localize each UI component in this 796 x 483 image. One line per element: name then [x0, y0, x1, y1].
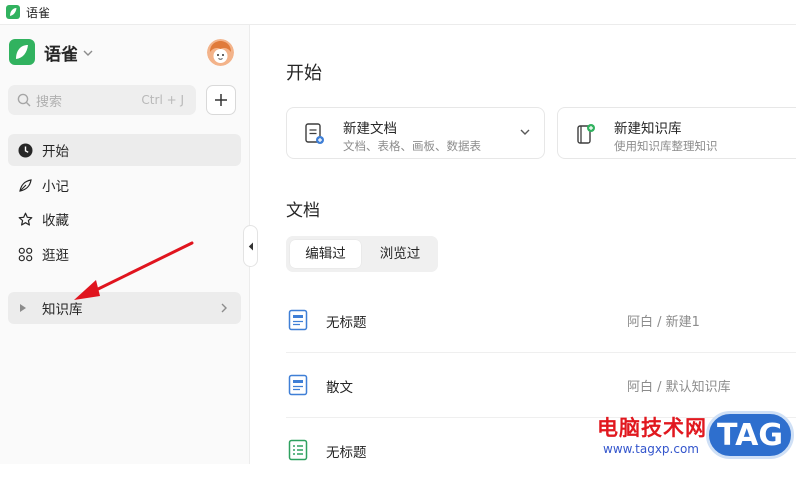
card-title: 新建知识库 [614, 121, 682, 137]
brand-name: 语雀 [44, 44, 78, 65]
sidebar: 语雀 搜索 Ctrl + J 开始 小记 收藏 逛逛 知识库 [0, 25, 250, 464]
doc-icon [288, 374, 308, 396]
document-title: 散文 [326, 380, 353, 396]
card-subtitle: 使用知识库整理知识 [614, 139, 718, 153]
brand-switcher[interactable]: 语雀 [9, 39, 93, 65]
sidebar-item-explore[interactable]: 逛逛 [8, 238, 241, 270]
watermark-text: 电脑技术网 [597, 416, 707, 440]
document-path: 阿白 / 新建1 [627, 315, 700, 330]
document-row[interactable]: 无标题 阿白 / 新建1 [286, 289, 796, 353]
yuque-logo-icon [6, 5, 20, 19]
caret-right-icon [20, 304, 26, 312]
window-titlebar: 语雀 [0, 0, 796, 25]
watermark-url: www.tagxp.com [603, 442, 699, 456]
chevron-down-icon [83, 50, 93, 56]
sidebar-item-start[interactable]: 开始 [8, 134, 241, 166]
tab-edited[interactable]: 编辑过 [290, 240, 361, 268]
sidebar-item-label: 逛逛 [42, 248, 69, 264]
sidebar-item-label: 开始 [42, 144, 69, 160]
new-document-card[interactable]: 新建文档 文档、表格、画板、数据表 [286, 107, 545, 159]
sidebar-item-label: 小记 [42, 179, 69, 195]
grid-icon [17, 246, 33, 262]
sidebar-item-knowledge-base[interactable]: 知识库 [8, 292, 241, 324]
feather-icon [17, 177, 33, 193]
chevron-right-icon [221, 303, 227, 313]
search-placeholder: 搜索 [36, 94, 63, 110]
search-input[interactable]: 搜索 Ctrl + J [8, 85, 196, 115]
sheet-icon [288, 439, 308, 461]
avatar[interactable] [207, 39, 234, 66]
new-repo-icon [577, 124, 595, 144]
sidebar-item-label: 收藏 [42, 213, 69, 229]
card-title: 新建文档 [343, 121, 397, 137]
sidebar-item-label: 知识库 [42, 302, 83, 318]
plus-icon [215, 94, 227, 106]
window-title: 语雀 [26, 5, 51, 20]
sidebar-item-favorites[interactable]: 收藏 [8, 203, 241, 235]
doc-icon [288, 309, 308, 331]
main-content: 开始 新建文档 文档、表格、画板、数据表 新建知识库 使用知识库整理知识 文档 … [250, 25, 796, 464]
search-shortcut-hint: Ctrl + J [141, 93, 184, 107]
search-icon [17, 93, 31, 107]
sidebar-item-notes[interactable]: 小记 [8, 169, 241, 201]
document-title: 无标题 [326, 315, 367, 331]
document-row[interactable]: 散文 阿白 / 默认知识库 [286, 354, 796, 418]
documents-heading: 文档 [286, 201, 320, 221]
star-icon [17, 211, 33, 227]
watermark-badge: TAG [706, 411, 794, 459]
card-subtitle: 文档、表格、画板、数据表 [343, 139, 481, 153]
chevron-down-icon[interactable] [520, 129, 530, 136]
yuque-logo-icon [9, 39, 35, 65]
tab-viewed[interactable]: 浏览过 [366, 240, 434, 268]
page-title: 开始 [286, 63, 322, 84]
new-doc-icon [305, 123, 324, 144]
clock-icon [17, 142, 33, 158]
documents-tab-group: 编辑过 浏览过 [286, 236, 438, 272]
new-knowledge-base-card[interactable]: 新建知识库 使用知识库整理知识 [557, 107, 796, 159]
add-button[interactable] [206, 85, 236, 115]
document-path: 阿白 / 默认知识库 [627, 380, 731, 395]
avatar-image-icon [207, 39, 234, 66]
document-title: 无标题 [326, 445, 367, 461]
